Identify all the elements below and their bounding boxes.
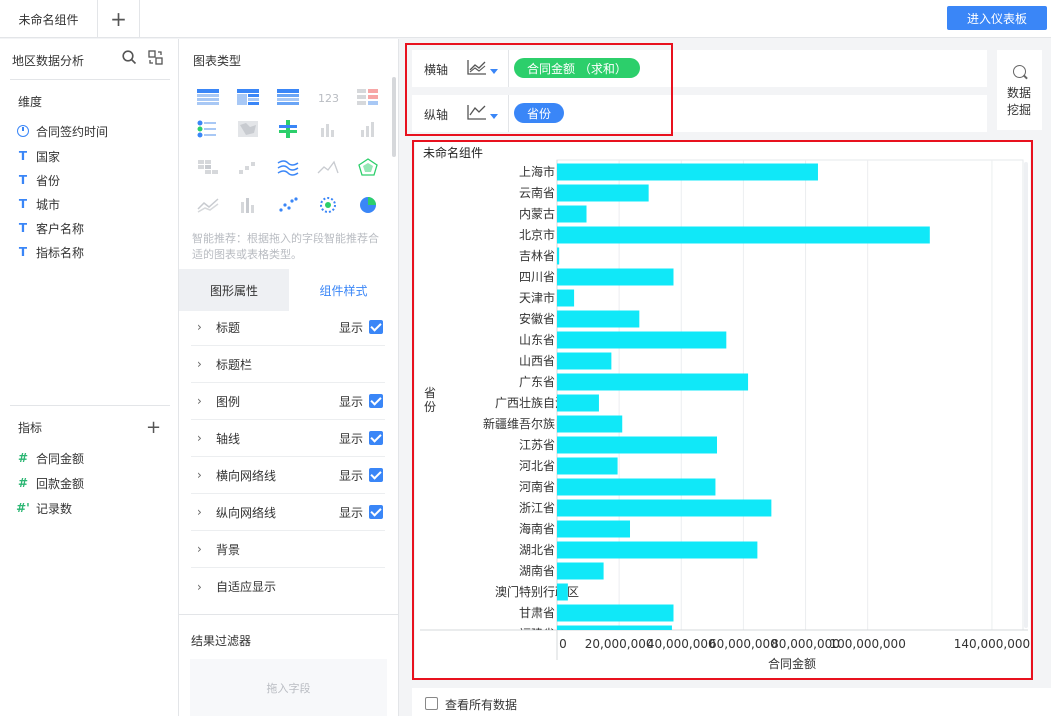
heat-grid-icon[interactable] [276, 119, 300, 139]
group-table-icon[interactable] [236, 87, 260, 107]
map-icon[interactable] [236, 119, 260, 139]
stacked-bar-icon[interactable] [236, 195, 260, 215]
config-tabs: 图形属性 组件样式 [179, 269, 398, 311]
dataset-title: 地区数据分析 [12, 54, 85, 68]
add-measure-icon[interactable]: + [146, 417, 161, 438]
number-type-icon: # [17, 476, 29, 490]
prop-auto-fit[interactable]: › 自适应显示 [191, 568, 385, 605]
prop-vertical-grid[interactable]: › 纵向网络线 显示 [191, 494, 385, 531]
prop-title[interactable]: › 标题 显示 [191, 309, 385, 346]
text-type-icon: T [18, 245, 28, 259]
data-panel: 地区数据分析 维度 合同签约时间 T 国家 T 省份 T 城市 T 客户名称 T 指标名称… [0, 39, 179, 716]
column-chart-icon[interactable] [356, 119, 380, 139]
measure-field[interactable]: #' 记录数 [16, 498, 72, 518]
chevron-right-icon: › [197, 357, 202, 371]
chevron-right-icon: › [197, 505, 202, 519]
measure-field[interactable]: # 合同金额 [16, 448, 84, 468]
bar-chart-icon[interactable] [316, 119, 340, 139]
divider [10, 79, 170, 80]
step-chart-icon[interactable] [236, 157, 260, 177]
prop-title-bar[interactable]: › 标题栏 [191, 346, 385, 383]
top-bar: 未命名组件 + 进入仪表板 [0, 0, 1051, 38]
cross-table-icon[interactable] [276, 87, 300, 107]
show-checkbox[interactable] [369, 431, 383, 445]
dimension-field[interactable]: T 城市 [16, 194, 60, 214]
config-panel: 图表类型 123 智能推荐：根据拖入的字段智能推荐合适的图表或表格类型。 图形属… [179, 39, 399, 716]
prop-horizontal-grid[interactable]: › 横向网络线 显示 [191, 457, 385, 494]
area-line-icon[interactable] [316, 157, 340, 177]
chart-highlight-box [412, 140, 1033, 680]
chevron-right-icon: › [197, 579, 202, 594]
dimension-field[interactable]: T 省份 [16, 170, 60, 190]
chevron-right-icon: › [197, 394, 202, 408]
text-type-icon: T [18, 173, 28, 187]
data-mining-label: 数据挖掘 [1007, 86, 1032, 117]
dimension-field[interactable]: T 国家 [16, 146, 60, 166]
stream-line-icon[interactable] [276, 157, 300, 177]
add-tab-button[interactable]: + [98, 0, 140, 38]
block-chart-icon[interactable] [196, 157, 220, 177]
prop-background[interactable]: › 背景 [191, 531, 385, 568]
clock-icon [17, 125, 29, 137]
tab-component-style[interactable]: 组件样式 [289, 269, 398, 311]
line-chart-icon[interactable] [196, 195, 220, 215]
scrollbar[interactable] [392, 77, 396, 157]
search-icon[interactable] [121, 50, 137, 66]
magnifier-icon [1013, 65, 1026, 78]
svg-text:123: 123 [318, 92, 339, 105]
chevron-right-icon: › [197, 320, 202, 334]
axis-highlight-box [405, 43, 673, 136]
pie-chart-icon[interactable] [356, 195, 380, 215]
filter-drop-zone[interactable]: 拖入字段 [190, 659, 387, 716]
table-icon[interactable] [196, 87, 220, 107]
divider [179, 614, 398, 615]
result-filter-heading: 结果过滤器 [191, 634, 252, 648]
enter-dashboard-button[interactable]: 进入仪表板 [947, 6, 1047, 30]
chevron-right-icon: › [197, 468, 202, 482]
text-type-icon: T [18, 197, 28, 211]
dot-list-icon[interactable] [196, 119, 220, 139]
dimension-field[interactable]: 合同签约时间 [16, 121, 108, 141]
chevron-right-icon: › [197, 431, 202, 445]
bottom-bar: 查看所有数据 [412, 688, 1051, 716]
show-checkbox[interactable] [369, 505, 383, 519]
show-checkbox[interactable] [369, 320, 383, 334]
dimension-field[interactable]: T 指标名称 [16, 242, 84, 262]
divider [10, 405, 170, 406]
view-all-label: 查看所有数据 [445, 698, 518, 712]
switch-dataset-icon[interactable] [147, 50, 163, 66]
text-type-icon: T [18, 149, 28, 163]
view-all-checkbox[interactable] [425, 697, 438, 710]
show-checkbox[interactable] [369, 468, 383, 482]
prop-axis-line[interactable]: › 轴线 显示 [191, 420, 385, 457]
measure-field[interactable]: # 回款金额 [16, 473, 84, 493]
tab-component[interactable]: 未命名组件 [0, 0, 98, 38]
chevron-right-icon: › [197, 542, 202, 556]
measure-heading: 指标 [18, 421, 43, 435]
prop-legend[interactable]: › 图例 显示 [191, 383, 385, 420]
scatter-chart-icon[interactable] [276, 195, 300, 215]
kpi-number-icon[interactable]: 123 [316, 87, 340, 107]
bubble-ring-icon[interactable] [316, 195, 340, 215]
dimension-field[interactable]: T 客户名称 [16, 218, 84, 238]
radar-chart-icon[interactable] [356, 157, 380, 177]
dimension-heading: 维度 [18, 95, 43, 109]
data-mining-button[interactable]: 数据挖掘 [997, 50, 1042, 130]
count-type-icon: #' [16, 501, 30, 515]
kpi-card-icon[interactable] [356, 87, 380, 107]
text-type-icon: T [18, 221, 28, 235]
smart-recommend-hint: 智能推荐：根据拖入的字段智能推荐合适的图表或表格类型。 [192, 232, 379, 261]
chart-type-heading: 图表类型 [193, 54, 242, 68]
tab-graphic-properties[interactable]: 图形属性 [179, 269, 289, 311]
show-checkbox[interactable] [369, 394, 383, 408]
number-type-icon: # [17, 451, 29, 465]
